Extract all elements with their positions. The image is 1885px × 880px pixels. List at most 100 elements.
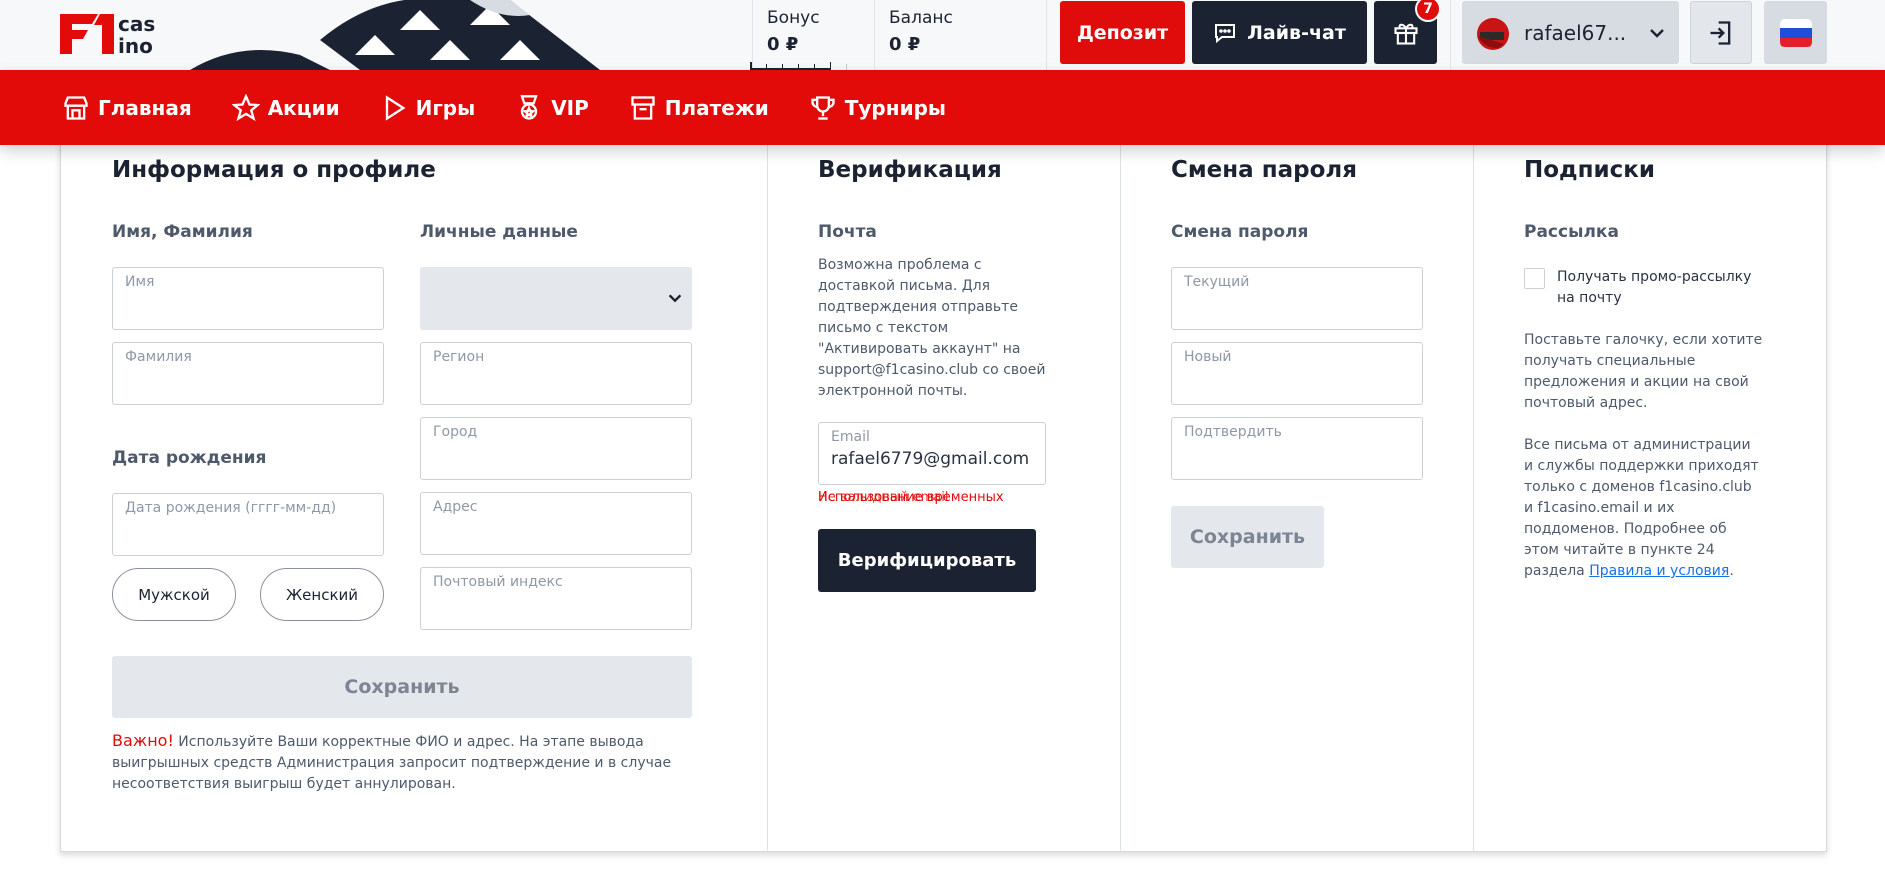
svg-text:cas: cas xyxy=(118,12,155,36)
column-divider xyxy=(1473,121,1474,853)
confirm-password-field[interactable]: Подтвердить xyxy=(1171,417,1423,480)
zip-placeholder: Почтовый индекс xyxy=(433,574,563,590)
birthdate-field[interactable]: Дата рождения (гггг-мм-дд) xyxy=(112,493,384,556)
birthdate-placeholder: Дата рождения (гггг-мм-дд) xyxy=(125,500,337,516)
checkered-flag-decoration xyxy=(190,0,600,70)
email-field[interactable]: Email rafael6779@gmail.com xyxy=(818,422,1046,485)
svg-text:ino: ino xyxy=(118,34,153,56)
promo-subscribe-label[interactable]: Получать промо-рассылку на почту xyxy=(1557,267,1767,309)
payments-icon xyxy=(631,95,655,120)
new-password-placeholder: Новый xyxy=(1184,349,1232,365)
nav-item-payments[interactable]: Платежи xyxy=(629,94,769,122)
password-section-title: Смена пароля xyxy=(1171,222,1309,242)
nav-item-games[interactable]: Игры xyxy=(380,94,475,122)
profile-title: Информация о профиле xyxy=(112,157,436,183)
main-nav: Главная Акции Игры VIP Платежи Турниры xyxy=(0,70,1885,145)
birth-section-title: Дата рождения xyxy=(112,448,267,468)
personal-section-title: Личные данные xyxy=(420,222,578,242)
username: rafael67... xyxy=(1524,20,1627,45)
vip-icon xyxy=(520,94,538,120)
top-header: cas ino Бонус 0 ₽ Баланс 0 ₽ Депозит Лай… xyxy=(0,0,1885,70)
nav-item-label: Турниры xyxy=(844,95,946,120)
verification-title: Верификация xyxy=(818,157,1002,183)
verify-button[interactable]: Верифицировать xyxy=(818,529,1036,592)
important-text: Используйте Ваши корректные ФИО и адрес.… xyxy=(112,734,672,792)
last-name-placeholder: Фамилия xyxy=(125,349,192,365)
nav-item-label: Главная xyxy=(98,95,192,120)
helmet-avatar-icon xyxy=(1477,17,1509,50)
domain-note-end: . xyxy=(1729,563,1734,579)
address-field[interactable]: Адрес xyxy=(420,492,692,555)
header-divider xyxy=(1046,0,1047,70)
subscriptions-title: Подписки xyxy=(1524,157,1655,183)
balance-label: Баланс xyxy=(889,8,953,28)
region-field[interactable]: Регион xyxy=(420,342,692,405)
logout-button[interactable] xyxy=(1690,1,1752,64)
zip-field[interactable]: Почтовый индекс xyxy=(420,567,692,630)
name-section-title: Имя, Фамилия xyxy=(112,222,253,242)
russia-flag-icon xyxy=(1779,18,1812,47)
profile-save-button[interactable]: Сохранить xyxy=(112,656,692,718)
city-placeholder: Город xyxy=(433,424,478,440)
domain-note-text: Все письма от администрации и службы под… xyxy=(1524,437,1759,579)
balance-wallet: Баланс 0 ₽ xyxy=(874,0,1046,70)
f1-casino-logo[interactable]: cas ino xyxy=(58,10,188,56)
first-name-field[interactable]: Имя xyxy=(112,267,384,330)
nav-item-label: Платежи xyxy=(664,95,769,120)
trophy-icon xyxy=(811,95,835,120)
current-password-placeholder: Текущий xyxy=(1184,274,1250,290)
gift-count-badge: 7 xyxy=(1415,0,1441,22)
first-name-placeholder: Имя xyxy=(125,274,155,290)
current-password-field[interactable]: Текущий xyxy=(1171,267,1423,330)
bonus-progress-scale xyxy=(750,62,847,70)
city-field[interactable]: Город xyxy=(420,417,692,480)
nav-item-vip[interactable]: VIP xyxy=(515,94,589,122)
column-divider xyxy=(1120,121,1121,853)
livechat-label: Лайв-чат xyxy=(1247,21,1346,44)
nav-item-promotions[interactable]: Акции xyxy=(231,93,340,122)
chat-icon xyxy=(1215,23,1236,43)
nav-item-label: VIP xyxy=(551,95,589,120)
home-icon xyxy=(64,95,88,120)
language-button[interactable] xyxy=(1764,1,1827,64)
mail-delivery-note: Возможна проблема с доставкой письма. Дл… xyxy=(818,257,1046,399)
balance-value: 0 ₽ xyxy=(889,34,921,55)
newsletter-note: Поставьте галочку, если хотите получать … xyxy=(1524,332,1763,411)
livechat-button[interactable]: Лайв-чат xyxy=(1192,1,1367,64)
bonus-value: 0 ₽ xyxy=(767,34,799,55)
chevron-down-icon xyxy=(1650,28,1664,38)
region-placeholder: Регион xyxy=(433,349,485,365)
nav-item-label: Акции xyxy=(267,95,340,120)
profile-settings-card: Информация о профиле Имя, Фамилия Имя Фа… xyxy=(60,120,1827,853)
chevron-down-icon xyxy=(668,294,682,303)
mail-section-title: Почта xyxy=(818,222,877,242)
password-save-button[interactable]: Сохранить xyxy=(1171,506,1324,568)
email-label: Email xyxy=(831,429,870,445)
new-password-field[interactable]: Новый xyxy=(1171,342,1423,405)
email-value: rafael6779@gmail.com xyxy=(831,449,1030,469)
address-placeholder: Адрес xyxy=(433,499,478,515)
nav-item-tournaments[interactable]: Турниры xyxy=(809,94,946,122)
gift-icon xyxy=(1393,23,1418,45)
gender-male-button[interactable]: Мужской xyxy=(112,568,236,621)
rules-link[interactable]: Правила и условия xyxy=(1589,563,1729,579)
logout-icon xyxy=(1710,20,1731,45)
gender-female-button[interactable]: Женский xyxy=(260,568,384,621)
newsletter-section-title: Рассылка xyxy=(1524,222,1619,242)
country-select[interactable] xyxy=(420,267,692,330)
column-divider xyxy=(767,121,768,853)
deposit-button[interactable]: Депозит xyxy=(1060,1,1185,64)
bonus-label: Бонус xyxy=(767,8,820,28)
important-label: Важно! xyxy=(112,731,174,750)
promo-subscribe-checkbox[interactable] xyxy=(1524,268,1545,289)
email-error-invalid: Не валидный email xyxy=(818,490,949,505)
password-title: Смена пароля xyxy=(1171,157,1357,183)
last-name-field[interactable]: Фамилия xyxy=(112,342,384,405)
star-icon xyxy=(231,93,260,121)
confirm-password-placeholder: Подтвердить xyxy=(1184,424,1282,440)
header-divider xyxy=(1450,0,1451,70)
play-icon xyxy=(385,94,406,121)
user-menu-button[interactable]: rafael67... xyxy=(1462,1,1679,64)
important-notice: Важно! Используйте Ваши корректные ФИО и… xyxy=(112,730,672,795)
nav-item-home[interactable]: Главная xyxy=(62,94,192,122)
